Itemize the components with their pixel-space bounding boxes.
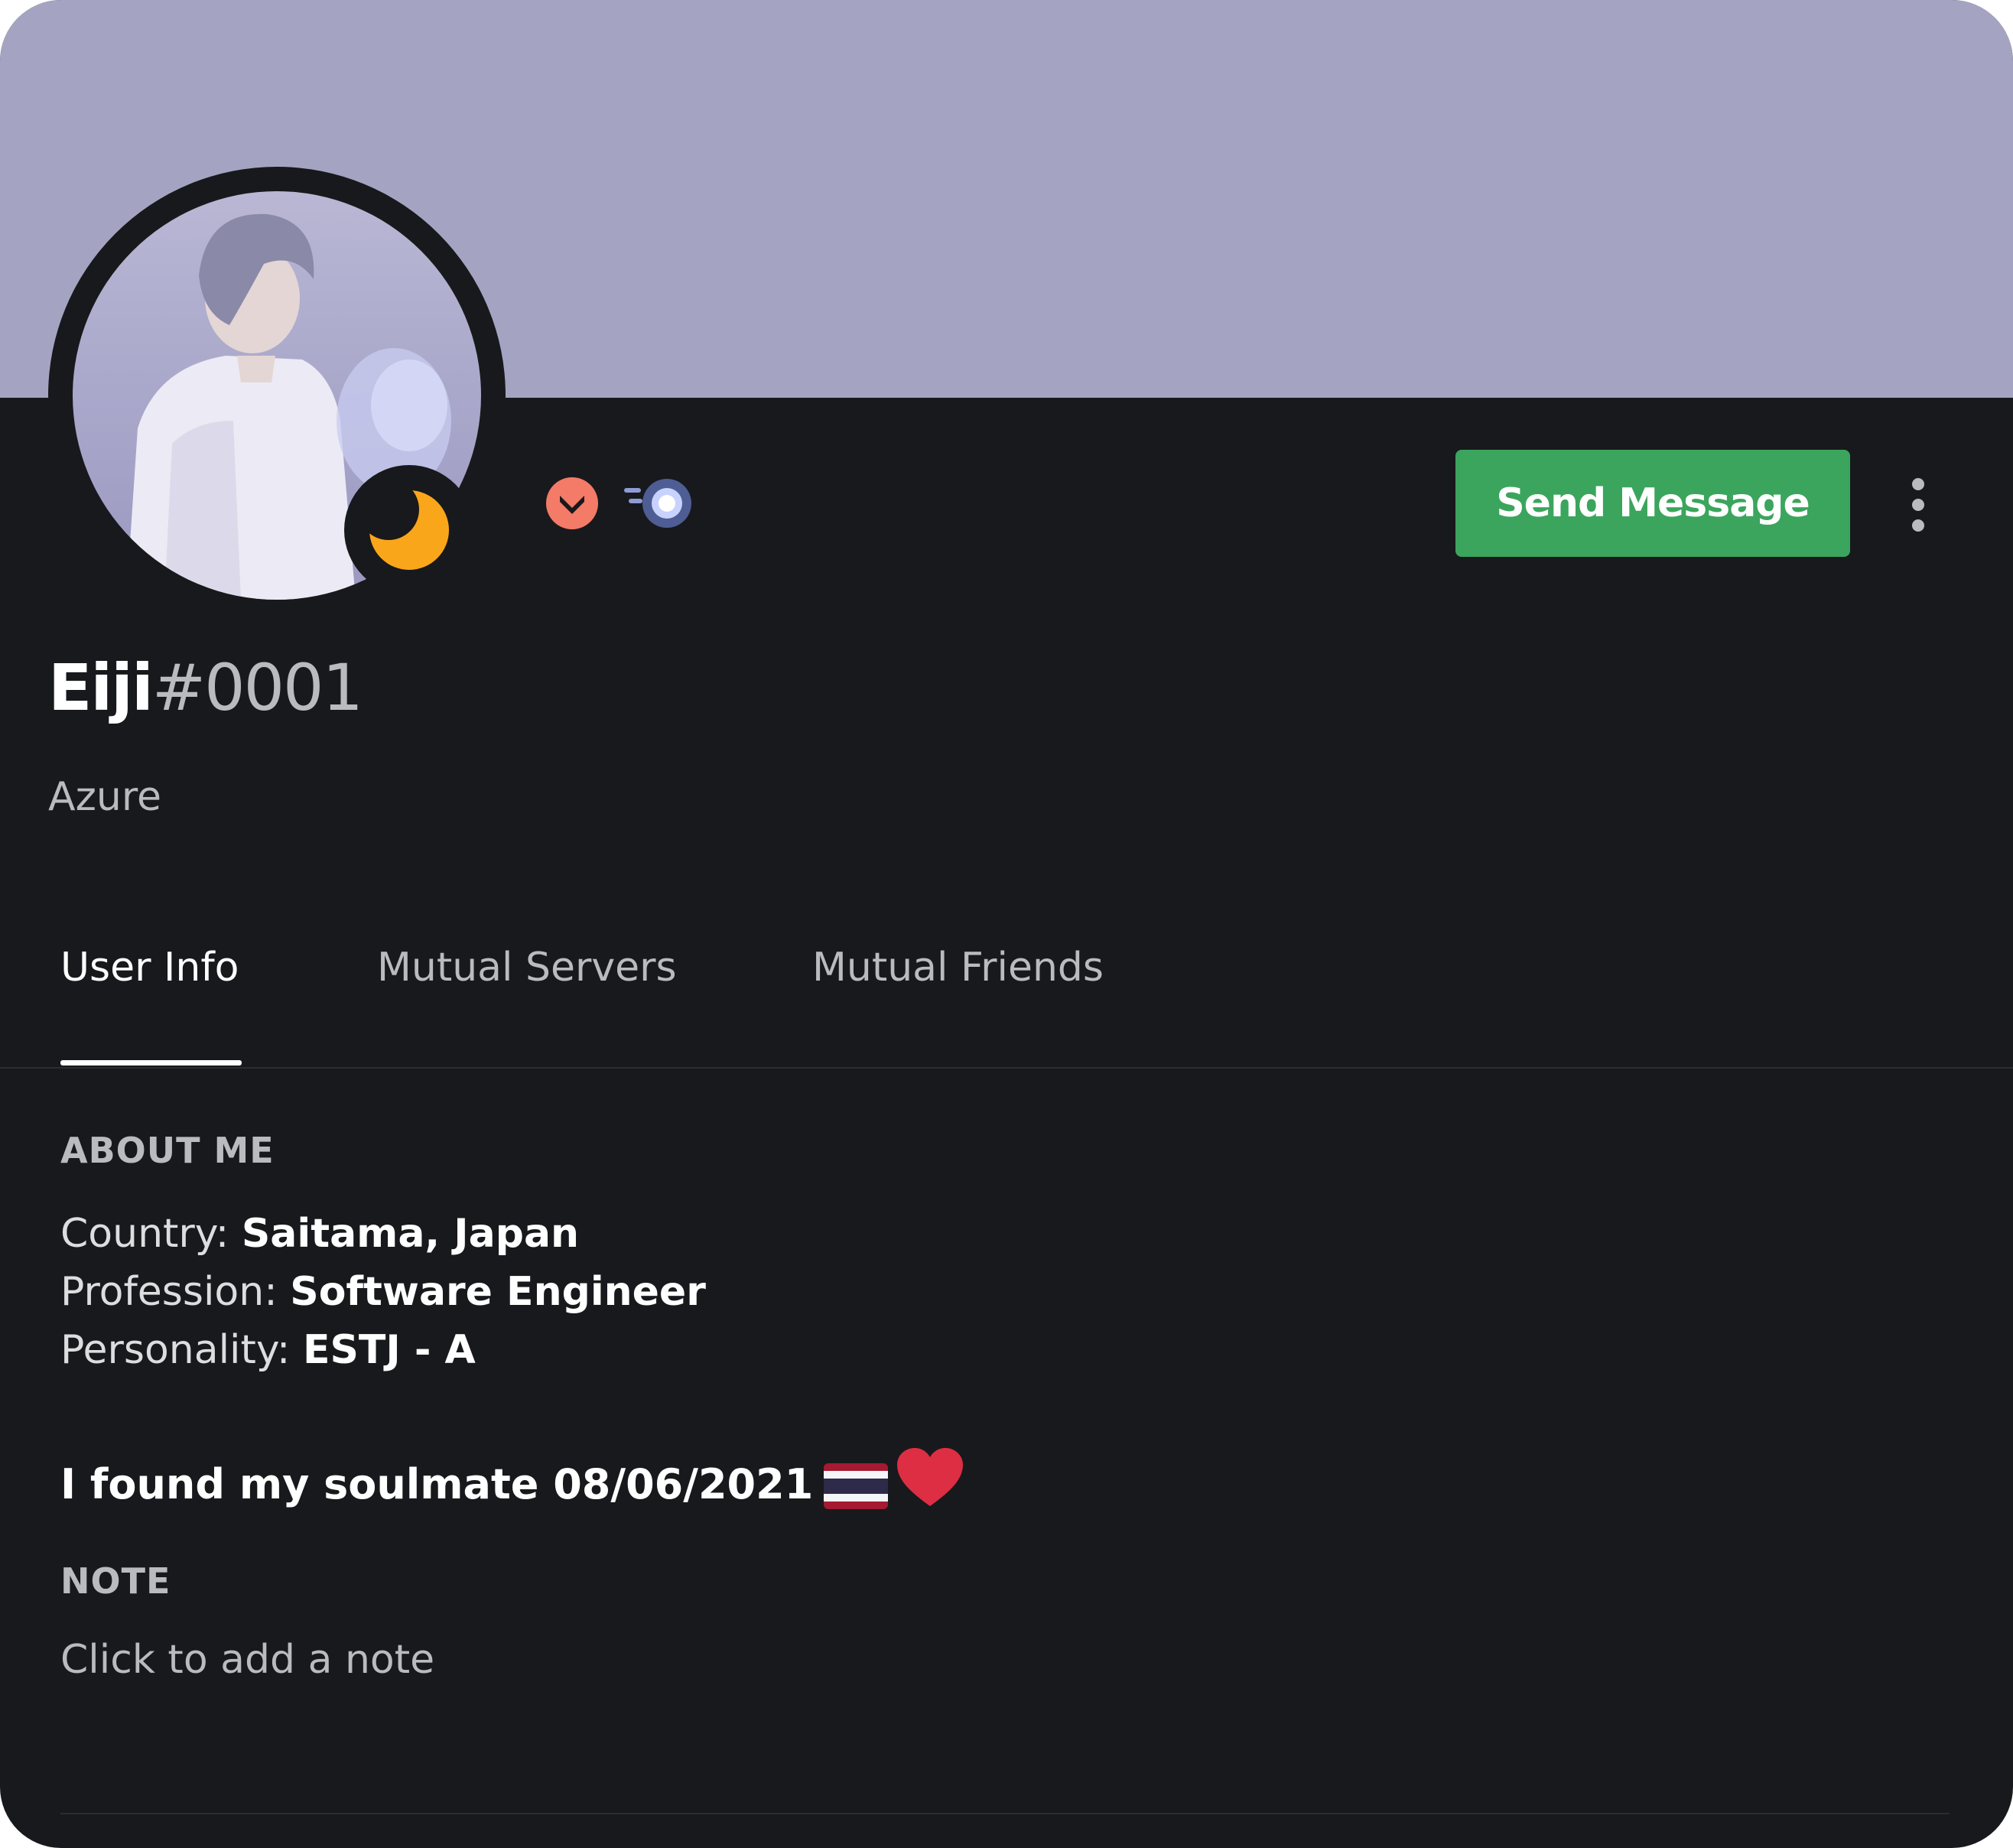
custom-status: Azure bbox=[48, 774, 162, 820]
discriminator: #0001 bbox=[151, 650, 363, 725]
note-heading: NOTE bbox=[60, 1560, 171, 1602]
hypesquad-bravery-badge-icon[interactable] bbox=[543, 474, 601, 535]
about-value: Software Engineer bbox=[290, 1269, 706, 1315]
bottom-divider bbox=[60, 1813, 1950, 1814]
tab-mutual-servers[interactable]: Mutual Servers bbox=[377, 945, 677, 991]
about-line-personality: Personality: ESTJ - A bbox=[60, 1327, 476, 1373]
about-highlight: I found my soulmate 08/06/2021 bbox=[60, 1448, 964, 1509]
status-indicator bbox=[344, 465, 474, 595]
about-label: Profession: bbox=[60, 1269, 291, 1315]
more-vertical-icon[interactable] bbox=[1897, 470, 1940, 539]
about-highlight-text: I found my soulmate 08/06/2021 bbox=[60, 1460, 814, 1508]
send-message-button[interactable]: Send Message bbox=[1455, 450, 1850, 557]
active-tab-indicator bbox=[60, 1060, 242, 1066]
tab-user-info[interactable]: User Info bbox=[60, 945, 239, 991]
about-line-profession: Profession: Software Engineer bbox=[60, 1269, 706, 1315]
user-profile-card: Send Message Eiji#0001 Azure User Info M… bbox=[0, 0, 2013, 1848]
note-input[interactable]: Click to add a note bbox=[60, 1637, 978, 1683]
tabs-divider bbox=[0, 1067, 2013, 1069]
about-me-heading: ABOUT ME bbox=[60, 1130, 275, 1171]
thailand-flag-icon bbox=[824, 1463, 889, 1509]
about-value: Saitama, Japan bbox=[241, 1211, 580, 1257]
nitro-boost-badge-icon[interactable] bbox=[621, 474, 698, 535]
about-line-country: Country: Saitama, Japan bbox=[60, 1211, 579, 1257]
tab-mutual-friends[interactable]: Mutual Friends bbox=[812, 945, 1104, 991]
about-label: Country: bbox=[60, 1211, 242, 1257]
about-label: Personality: bbox=[60, 1327, 303, 1373]
about-value: ESTJ - A bbox=[302, 1327, 476, 1373]
red-heart-icon bbox=[897, 1448, 964, 1506]
idle-moon-icon bbox=[369, 490, 449, 570]
username-tag[interactable]: Eiji#0001 bbox=[48, 650, 363, 725]
username: Eiji bbox=[48, 650, 154, 725]
